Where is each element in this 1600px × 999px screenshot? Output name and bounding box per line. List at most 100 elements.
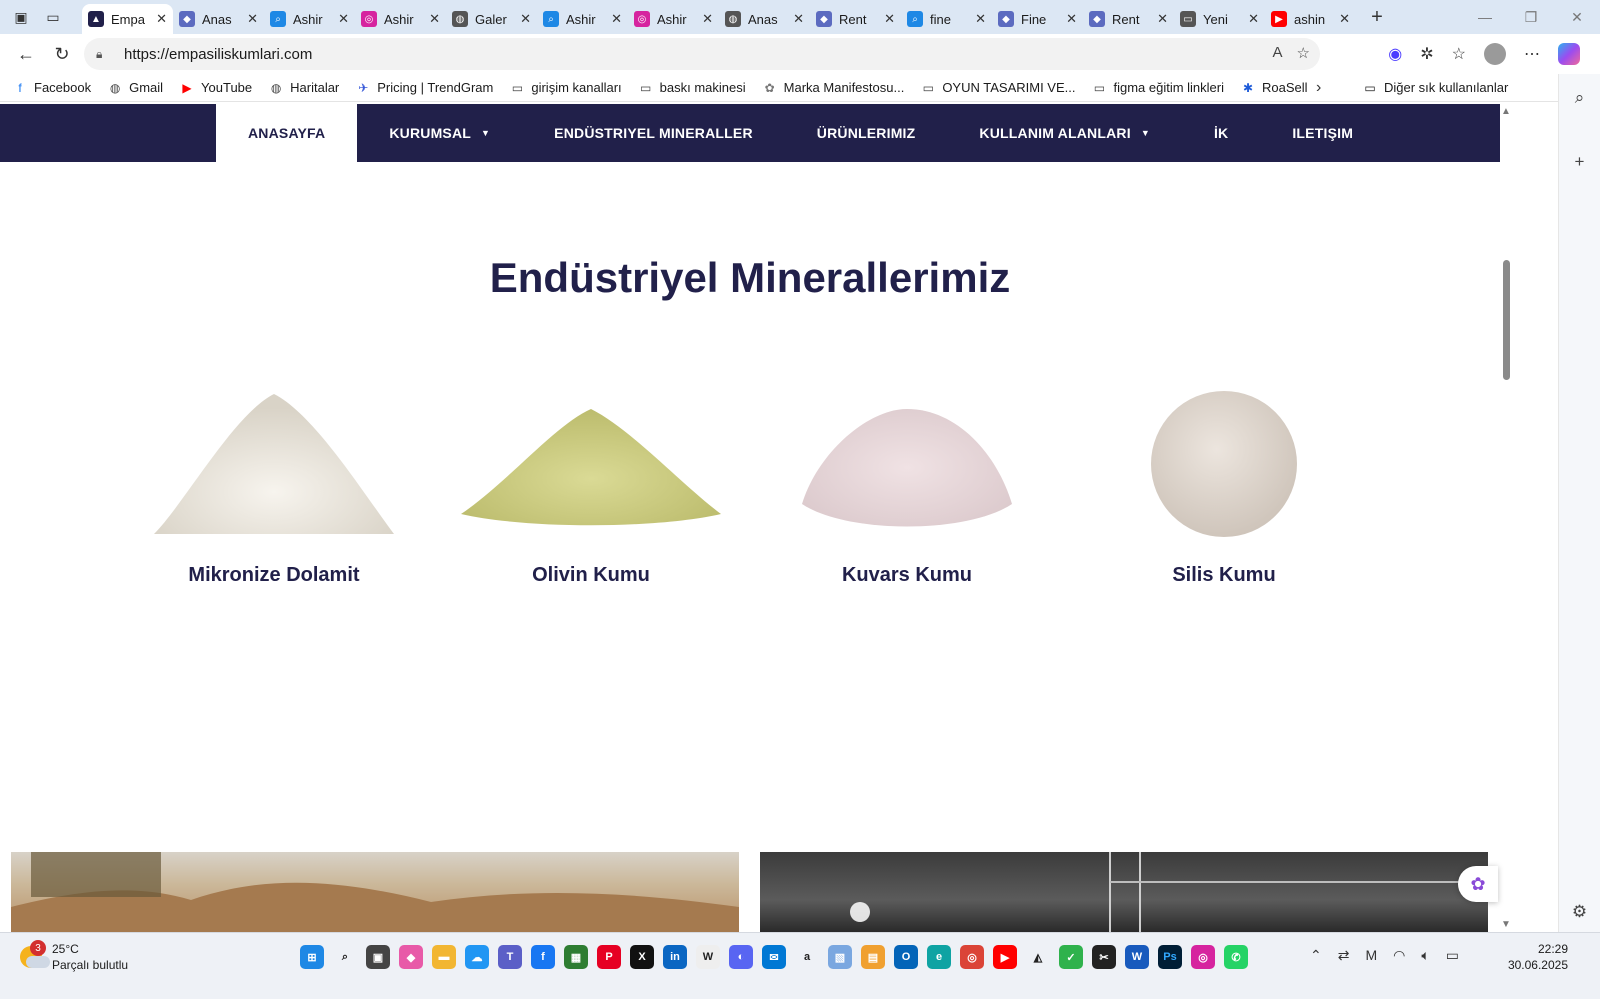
chrome-icon[interactable]: ◎ [960, 945, 984, 969]
bookmarks-overflow-chevron-icon[interactable]: › [1316, 79, 1321, 97]
close-tab-icon[interactable]: ✕ [884, 11, 895, 27]
wikipedia-icon[interactable]: W [696, 945, 720, 969]
bookmark-item[interactable]: ▶ YouTube [179, 80, 252, 96]
restore-icon[interactable]: ❐ [1508, 9, 1554, 26]
bookmark-item[interactable]: ◍ Gmail [107, 80, 163, 96]
close-tab-icon[interactable]: ✕ [520, 11, 531, 27]
volume-icon[interactable]: 🔈︎ [1421, 947, 1429, 964]
close-tab-icon[interactable]: ✕ [429, 11, 440, 27]
tray-app-icon[interactable]: M [1365, 947, 1377, 964]
file-explorer-icon[interactable]: ▬ [432, 945, 456, 969]
tray-app-icon[interactable]: ⇄ [1338, 947, 1350, 964]
mineral-card[interactable]: Mikronize Dolamit [116, 384, 432, 587]
extension-icon[interactable]: ◉ [1388, 44, 1402, 64]
linkedin-icon[interactable]: in [663, 945, 687, 969]
site-nav-item[interactable]: İK [1182, 104, 1260, 162]
wifi-icon[interactable]: ◠ [1393, 947, 1405, 964]
tab[interactable]: ⌕ fine ✕ [901, 5, 992, 33]
spreadsheet-app-icon[interactable]: ✓ [1059, 945, 1083, 969]
close-tab-icon[interactable]: ✕ [338, 11, 349, 27]
tab[interactable]: ◆ Rent ✕ [1083, 5, 1174, 33]
tab[interactable]: ◍ Anas ✕ [719, 5, 810, 33]
site-info-icon[interactable]: 🔒︎ [96, 47, 112, 62]
address-bar[interactable]: 🔒︎ https://empasiliskumlari.com A ☆ [84, 38, 1320, 70]
tab[interactable]: ◎ Ashir ✕ [628, 5, 719, 33]
scroll-up-icon[interactable]: ▲ [1501, 106, 1511, 117]
bookmark-item[interactable]: ▭ baskı makinesi [638, 80, 746, 96]
tab[interactable]: ▭ Yeni ✕ [1174, 5, 1265, 33]
start-menu-icon[interactable]: ⊞ [300, 945, 324, 969]
close-tab-icon[interactable]: ✕ [793, 11, 804, 27]
scroll-thumb[interactable] [1503, 260, 1510, 380]
settings-gear-icon[interactable]: ⚙ [1572, 902, 1587, 922]
save-app-icon[interactable]: ▤ [861, 945, 885, 969]
close-tab-icon[interactable]: ✕ [611, 11, 622, 27]
favorites-icon[interactable]: ☆ [1452, 44, 1466, 64]
mineral-card[interactable]: Olivin Kumu [433, 384, 749, 587]
close-tab-icon[interactable]: ✕ [975, 11, 986, 27]
tab[interactable]: ◎ Ashir ✕ [355, 5, 446, 33]
other-bookmarks[interactable]: ▭ Diğer sık kullanılanlar [1362, 80, 1508, 96]
word-icon[interactable]: W [1125, 945, 1149, 969]
ai-assistant-icon[interactable]: ✿ [1458, 866, 1498, 902]
chevron-up-icon[interactable]: ⌃ [1310, 947, 1322, 964]
site-nav-item[interactable]: ILETIŞIM [1260, 104, 1385, 162]
store-icon[interactable]: ▦ [564, 945, 588, 969]
bookmark-item[interactable]: ▭ figma eğitim linkleri [1091, 80, 1224, 96]
site-nav-item[interactable]: KULLANIM ALANLARI ▼ [947, 104, 1182, 162]
pinterest-icon[interactable]: P [597, 945, 621, 969]
mineral-card[interactable]: Kuvars Kumu [749, 384, 1065, 587]
copilot-app-icon[interactable]: ◆ [399, 945, 423, 969]
clock[interactable]: 22:29 30.06.2025 [1508, 941, 1568, 973]
profile-avatar[interactable] [1484, 43, 1506, 65]
weather-widget[interactable]: 3 25°C Parçalı bulutlu [18, 940, 128, 973]
facebook-icon[interactable]: f [531, 945, 555, 969]
close-window-icon[interactable]: ✕ [1554, 9, 1600, 26]
site-nav-item[interactable]: ANASAYFA [216, 104, 358, 162]
instagram-icon[interactable]: ◎ [1191, 945, 1215, 969]
teams-icon[interactable]: T [498, 945, 522, 969]
site-nav-item[interactable]: ENDÜSTRIYEL MINERALLER [522, 104, 785, 162]
scroll-down-icon[interactable]: ▼ [1501, 919, 1511, 930]
search-icon[interactable]: ⌕ [1575, 88, 1585, 108]
tab[interactable]: ⌕ Ashir ✕ [264, 5, 355, 33]
minimize-icon[interactable]: — [1462, 9, 1508, 25]
close-tab-icon[interactable]: ✕ [247, 11, 258, 27]
mail-icon[interactable]: ✉ [762, 945, 786, 969]
extensions-puzzle-icon[interactable]: ✲ [1420, 44, 1433, 64]
bookmark-item[interactable]: f Facebook [12, 80, 91, 96]
back-button[interactable]: ← [8, 36, 44, 72]
add-icon[interactable]: + [1575, 152, 1585, 172]
tab[interactable]: ◆ Rent ✕ [810, 5, 901, 33]
read-aloud-icon[interactable]: A [1273, 44, 1283, 62]
close-tab-icon[interactable]: ✕ [1066, 11, 1077, 27]
mineral-card[interactable]: Silis Kumu [1066, 384, 1382, 587]
tab[interactable]: ▲ Empa ✕ [82, 4, 173, 34]
page-scrollbar[interactable]: ▲ ▼ [1500, 104, 1514, 932]
site-nav-item[interactable]: ÜRÜNLERIMIZ [785, 104, 948, 162]
capcut-icon[interactable]: ✂ [1092, 945, 1116, 969]
whatsapp-icon[interactable]: ✆ [1224, 945, 1248, 969]
close-tab-icon[interactable]: ✕ [156, 11, 167, 27]
tab-actions-icon[interactable]: ▭ [42, 6, 64, 28]
bookmark-item[interactable]: ▭ OYUN TASARIMI VE... [920, 80, 1076, 96]
close-tab-icon[interactable]: ✕ [1157, 11, 1168, 27]
bookmark-item[interactable]: ✱ RoaSell [1240, 80, 1308, 96]
close-tab-icon[interactable]: ✕ [1339, 11, 1350, 27]
copilot-icon[interactable] [1558, 43, 1580, 65]
graduation-icon[interactable]: ◭ [1026, 945, 1050, 969]
discord-icon[interactable]: ◐ [729, 945, 753, 969]
new-tab-button[interactable]: + [1362, 6, 1392, 29]
url-text[interactable]: https://empasiliskumlari.com [124, 46, 312, 63]
site-nav-item[interactable]: KURUMSAL ▼ [357, 104, 522, 162]
bookmark-item[interactable]: ◍ Haritalar [268, 80, 339, 96]
cloud-app-icon[interactable]: ☁ [465, 945, 489, 969]
bookmark-item[interactable]: ✿ Marka Manifestosu... [762, 80, 905, 96]
photos-icon[interactable]: ▧ [828, 945, 852, 969]
search-icon[interactable]: ⌕ [333, 945, 357, 969]
tab[interactable]: ▶ ashin ✕ [1265, 5, 1356, 33]
tab[interactable]: ◆ Anas ✕ [173, 5, 264, 33]
tab[interactable]: ◍ Galer ✕ [446, 5, 537, 33]
reload-button[interactable]: ↻ [44, 36, 80, 72]
close-tab-icon[interactable]: ✕ [702, 11, 713, 27]
